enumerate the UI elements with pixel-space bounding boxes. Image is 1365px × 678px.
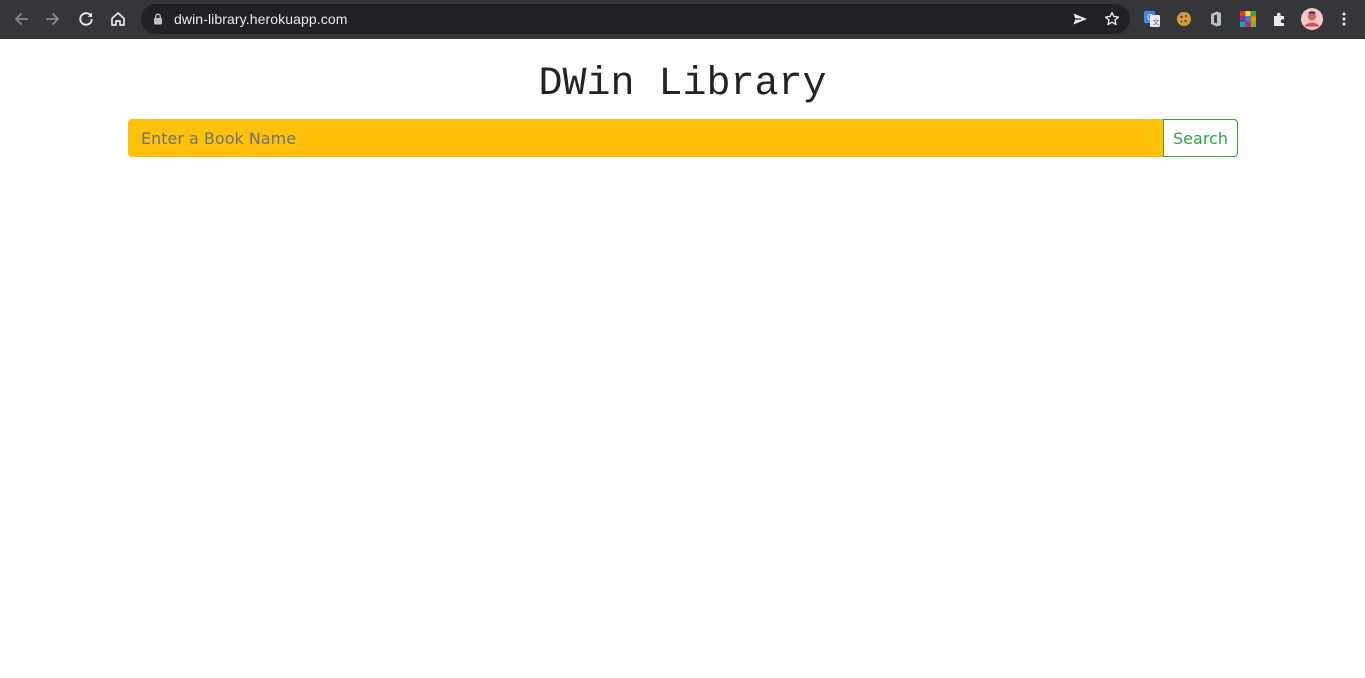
book-search-input[interactable]: [128, 119, 1163, 157]
back-button[interactable]: [8, 6, 34, 32]
search-form: Search: [128, 119, 1238, 157]
google-translate-icon[interactable]: G 文: [1143, 10, 1161, 28]
lock-icon[interactable]: [151, 12, 165, 26]
forward-arrow-icon: [46, 13, 59, 25]
forward-button[interactable]: [40, 6, 66, 32]
reload-icon: [79, 12, 93, 26]
colorful-grid-icon[interactable]: [1239, 10, 1257, 28]
search-button[interactable]: Search: [1163, 119, 1238, 157]
kebab-menu-icon[interactable]: [1336, 11, 1352, 27]
send-tab-icon[interactable]: [1072, 11, 1088, 27]
browser-toolbar: dwin-library.herokuapp.com G 文: [0, 0, 1365, 39]
address-bar[interactable]: dwin-library.herokuapp.com: [141, 4, 1130, 34]
home-button[interactable]: [105, 6, 131, 32]
home-icon: [111, 12, 125, 26]
puzzle-extensions-icon[interactable]: [1271, 10, 1289, 28]
page-content: DWin Library Search: [0, 39, 1365, 678]
reload-button[interactable]: [73, 6, 99, 32]
svg-text:文: 文: [1153, 18, 1160, 27]
page-title: DWin Library: [538, 62, 827, 107]
cookie-icon[interactable]: [1175, 10, 1193, 28]
star-icon[interactable]: [1104, 11, 1120, 27]
back-arrow-icon: [15, 13, 28, 25]
profile-avatar[interactable]: [1300, 7, 1324, 31]
office-icon[interactable]: [1207, 10, 1225, 28]
url-text[interactable]: dwin-library.herokuapp.com: [174, 11, 348, 27]
